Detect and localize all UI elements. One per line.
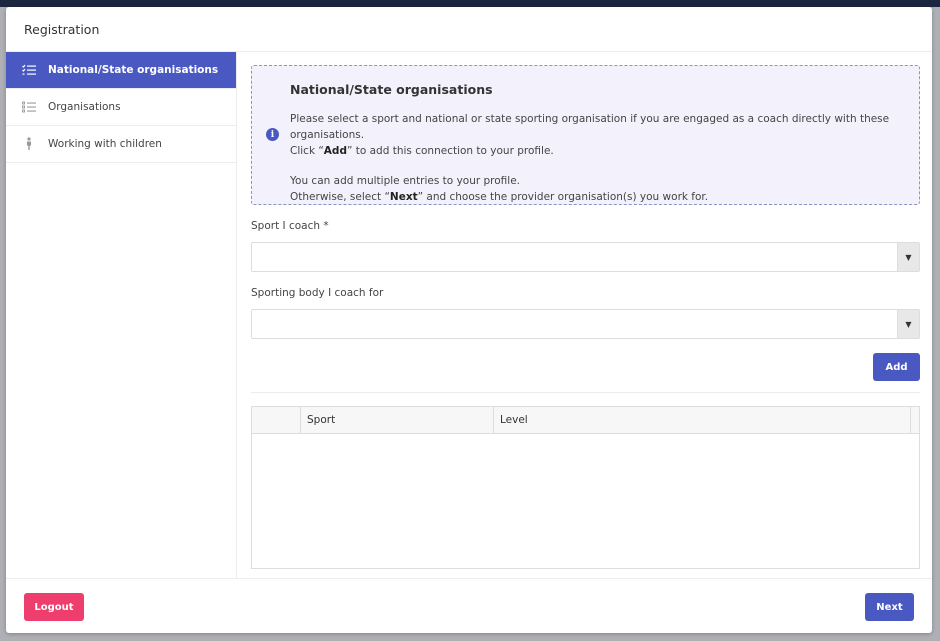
info-line: Please select a sport and national or st… (290, 113, 890, 141)
add-button[interactable]: Add (873, 353, 920, 381)
dropdown-arrow-icon[interactable]: ▼ (897, 243, 919, 271)
info-line: Click “Add” to add this connection to yo… (290, 145, 554, 157)
info-icon: i (266, 128, 279, 141)
connections-table: Sport Level (251, 406, 920, 569)
modal-header: Registration (6, 7, 932, 52)
sidebar-item-working-with-children[interactable]: Working with children (6, 126, 236, 163)
modal-title: Registration (24, 22, 100, 37)
info-title: National/State organisations (290, 82, 493, 97)
table-header: Sport Level (252, 407, 919, 434)
column-header-select[interactable] (252, 407, 301, 433)
modal-footer: Logout Next (6, 578, 932, 633)
column-header-actions (911, 407, 919, 433)
registration-modal: Registration National/State organisation… (6, 7, 932, 633)
add-row: Add (251, 339, 920, 393)
list-icon (22, 100, 36, 114)
info-line: Otherwise, select “Next” and choose the … (290, 191, 709, 203)
sidebar: National/State organisations Organisatio… (6, 52, 237, 578)
checklist-icon (22, 63, 36, 77)
next-button[interactable]: Next (865, 593, 914, 621)
app-top-bar (0, 0, 940, 7)
sporting-body-label: Sporting body I coach for (251, 287, 384, 299)
sporting-body-select[interactable]: ▼ (251, 309, 920, 339)
column-header-level[interactable]: Level (494, 407, 911, 433)
column-header-sport[interactable]: Sport (301, 407, 494, 433)
dropdown-arrow-icon[interactable]: ▼ (897, 310, 919, 338)
info-line: You can add multiple entries to your pro… (290, 175, 521, 187)
child-icon (22, 137, 36, 151)
main-content: i National/State organisations Please se… (251, 65, 920, 569)
add-keyword: Add (323, 145, 347, 157)
info-text: Please select a sport and national or st… (290, 111, 919, 205)
next-keyword: Next (389, 191, 418, 203)
logout-button[interactable]: Logout (24, 593, 84, 621)
sidebar-item-label: Working with children (48, 138, 162, 150)
sidebar-item-label: National/State organisations (48, 64, 219, 76)
sport-label: Sport I coach * (251, 220, 329, 232)
sidebar-item-organisations[interactable]: Organisations (6, 89, 236, 126)
sidebar-item-label: Organisations (48, 101, 121, 113)
info-panel: i National/State organisations Please se… (251, 65, 920, 205)
sport-select[interactable]: ▼ (251, 242, 920, 272)
sidebar-item-national-state-organisations[interactable]: National/State organisations (6, 52, 236, 89)
